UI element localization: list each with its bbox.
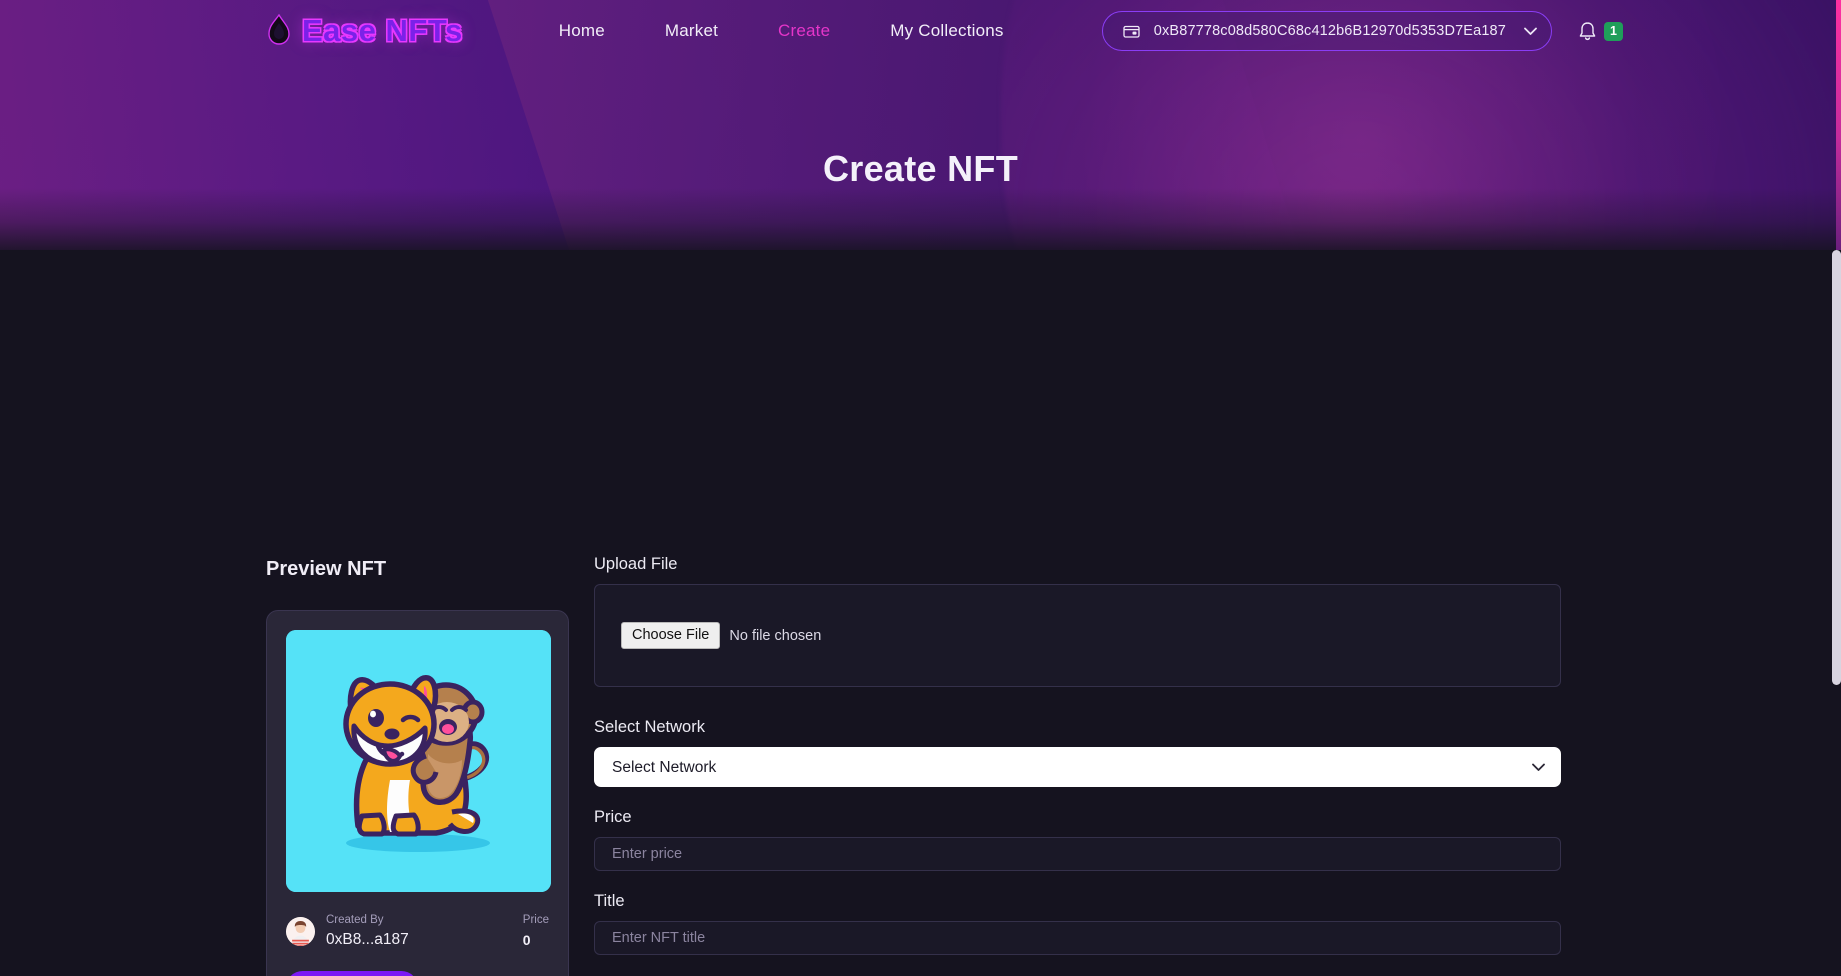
file-input-row: Choose File No file chosen	[621, 622, 821, 649]
creator-address: 0xB8...a187	[326, 931, 409, 948]
preview-section-title: Preview NFT	[266, 558, 387, 580]
select-network-wrapper: Select Network	[594, 747, 1561, 787]
nft-preview-card: Created By 0xB8...a187 Price 0	[266, 610, 569, 976]
brand-logo[interactable]: Ease NFTs	[266, 13, 463, 49]
nav-links: Home Market Create My Collections	[559, 21, 1004, 41]
created-by-label: Created By	[326, 914, 384, 926]
flame-icon	[268, 14, 290, 45]
nav-link-home[interactable]: Home	[559, 21, 605, 41]
avatar	[286, 916, 315, 946]
notification-count-badge: 1	[1604, 21, 1623, 41]
creator-row: Created By 0xB8...a187 Price 0	[286, 911, 549, 951]
nav-link-create[interactable]: Create	[778, 21, 830, 41]
wallet-icon	[1123, 25, 1140, 38]
nav-link-my-collections[interactable]: My Collections	[890, 21, 1003, 41]
nav-link-market[interactable]: Market	[665, 21, 718, 41]
upload-file-label: Upload File	[594, 555, 678, 573]
select-network-dropdown[interactable]: Select Network	[594, 747, 1561, 787]
page-title: Create NFT	[822, 148, 1019, 189]
no-file-chosen-text: No file chosen	[729, 627, 822, 644]
chevron-down-icon	[1524, 27, 1537, 35]
title-field-label: Title	[594, 892, 625, 910]
navbar: Ease NFTs Home Market Create My Collecti…	[0, 0, 1841, 62]
price-value: 0	[522, 932, 531, 948]
bell-icon	[1579, 21, 1596, 40]
wallet-address-button[interactable]: 0xB87778c08d580C68c412b6B12970d5353D7Ea1…	[1101, 11, 1552, 51]
choose-file-button[interactable]: Choose File	[621, 622, 721, 649]
price-label: Price	[522, 914, 549, 926]
price-field-label: Price	[594, 808, 632, 826]
card-actions: Add to cart View History	[286, 971, 549, 976]
title-input[interactable]	[594, 921, 1561, 955]
wallet-address-text: 0xB87778c08d580C68c412b6B12970d5353D7Ea1…	[1153, 23, 1506, 39]
user-avatar-icon	[286, 916, 315, 946]
upload-file-dropzone[interactable]: Choose File No file chosen	[594, 584, 1561, 687]
notifications-button[interactable]: 1	[1578, 21, 1623, 42]
app-root: Ease NFTs Home Market Create My Collecti…	[0, 0, 1841, 976]
price-input[interactable]	[594, 837, 1561, 871]
nft-artwork	[286, 630, 551, 892]
create-nft-form: Upload File Choose File No file chosen S…	[594, 555, 1561, 976]
add-to-cart-button[interactable]: Add to cart	[286, 971, 419, 976]
navbar-right: 0xB87778c08d580C68c412b6B12970d5353D7Ea1…	[1101, 11, 1623, 51]
shiba-monkey-illustration	[286, 630, 551, 892]
price-meta: Price 0	[523, 912, 549, 950]
page-scrollbar[interactable]	[1832, 250, 1841, 685]
brand-name: Ease NFTs	[302, 13, 463, 48]
creator-meta: Created By 0xB8...a187	[326, 912, 409, 950]
select-network-label: Select Network	[594, 718, 705, 736]
hero-bottom-fade	[0, 188, 1841, 250]
